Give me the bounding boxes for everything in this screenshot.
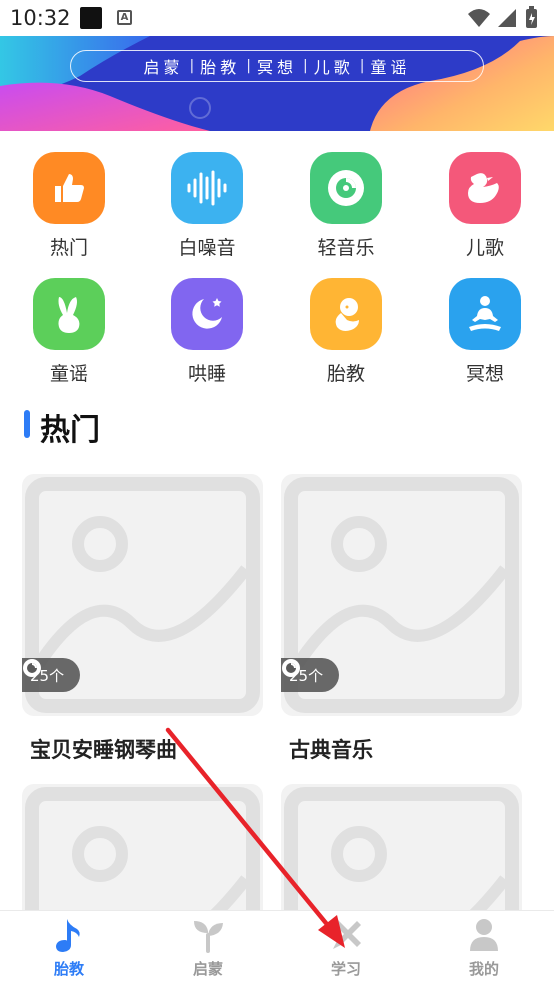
music-disc-icon (310, 152, 382, 224)
sprout-icon (148, 917, 268, 953)
banner-separator: | (246, 58, 251, 74)
banner-tag: 冥想 (256, 58, 297, 77)
bottom-nav: 胎教 启蒙 学习 我的 (0, 910, 554, 984)
category-label: 轻音乐 (317, 237, 375, 259)
image-placeholder-icon: 25个 (22, 474, 263, 716)
banner-tag: 童谣 (370, 58, 411, 77)
status-bar: 10:32 A (0, 0, 554, 36)
nav-label: 我的 (468, 960, 499, 978)
music-note-icon (9, 917, 129, 953)
category-label: 白噪音 (178, 237, 236, 259)
banner-tag: 儿歌 (313, 58, 354, 77)
nav-label: 胎教 (53, 960, 84, 978)
banner-tag: 胎教 (200, 58, 241, 77)
pencil-ruler-icon (286, 917, 406, 953)
nav-tab-mine[interactable]: 我的 (424, 917, 544, 979)
album-title: 宝贝安睡钢琴曲 (30, 738, 177, 762)
notification-a-icon: A (117, 10, 132, 25)
section-title: 热门 (40, 413, 100, 448)
nav-label: 启蒙 (192, 960, 223, 978)
wifi-icon (468, 9, 490, 27)
image-placeholder-icon: 25个 (281, 474, 522, 716)
banner-separator: | (303, 58, 308, 74)
duck-icon (449, 152, 521, 224)
track-count-badge: 25个 (281, 658, 340, 692)
battery-icon (526, 6, 537, 28)
rabbit-icon (33, 278, 105, 350)
fetus-icon (310, 278, 382, 350)
category-hot[interactable]: 热门 (14, 152, 124, 260)
category-white-noise[interactable]: 白噪音 (152, 152, 262, 260)
category-light-music[interactable]: 轻音乐 (291, 152, 401, 260)
category-prenatal[interactable]: 胎教 (291, 278, 401, 386)
category-label: 冥想 (465, 363, 504, 385)
banner-tags: 启蒙 | 胎教 | 冥想 | 儿歌 | 童谣 (70, 50, 484, 82)
top-banner[interactable]: 启蒙 | 胎教 | 冥想 | 儿歌 | 童谣 (0, 36, 554, 131)
banner-tag: 启蒙 (143, 58, 184, 77)
category-label: 哄睡 (187, 363, 226, 385)
notification-square-icon (80, 7, 102, 29)
album-card[interactable]: 25个 宝贝安睡钢琴曲 (22, 474, 263, 764)
category-meditation[interactable]: 冥想 (430, 278, 540, 386)
music-disc-icon (282, 659, 300, 677)
cellular-icon (498, 9, 516, 27)
nav-tab-study[interactable]: 学习 (286, 917, 406, 979)
section-accent-bar (24, 410, 30, 438)
category-label: 胎教 (326, 363, 365, 385)
category-label: 儿歌 (465, 237, 504, 259)
album-card[interactable]: 25个 古典音乐 (281, 474, 522, 764)
track-count-badge: 25个 (22, 658, 81, 692)
category-label: 热门 (49, 237, 88, 259)
album-title: 古典音乐 (289, 738, 373, 762)
status-time: 10:32 (10, 6, 71, 30)
banner-separator: | (359, 58, 365, 74)
category-label: 童谣 (49, 363, 88, 385)
user-icon (424, 917, 544, 953)
moon-icon (171, 278, 243, 350)
nav-tab-enlightenment[interactable]: 启蒙 (148, 917, 268, 979)
category-kids-songs[interactable]: 儿歌 (430, 152, 540, 260)
meditation-icon (449, 278, 521, 350)
sound-wave-icon (171, 152, 243, 224)
music-disc-icon (23, 659, 41, 677)
status-indicators (468, 6, 537, 28)
banner-separator: | (189, 58, 195, 74)
category-lullaby[interactable]: 哄睡 (152, 278, 262, 386)
nav-label: 学习 (330, 960, 361, 978)
nav-tab-prenatal[interactable]: 胎教 (9, 917, 129, 979)
thumbs-up-icon (33, 152, 105, 224)
category-nursery-rhymes[interactable]: 童谣 (14, 278, 124, 386)
